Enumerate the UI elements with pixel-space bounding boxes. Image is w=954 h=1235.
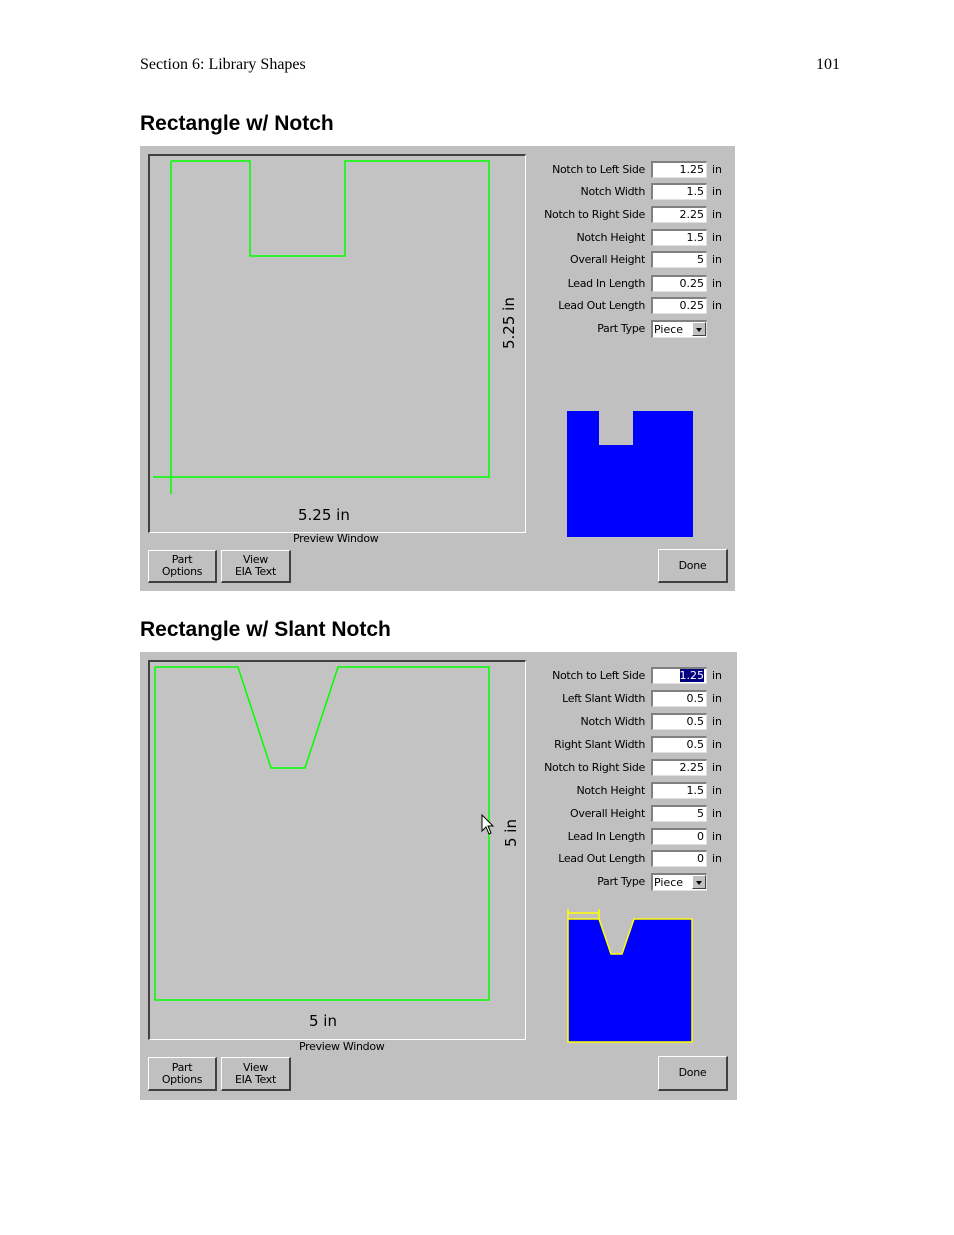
done-button[interactable]: Done xyxy=(658,549,728,583)
unit-label: in xyxy=(712,277,723,290)
preview-window: 5.25 in 5.25 in xyxy=(148,154,526,533)
unit-label: in xyxy=(712,830,723,843)
lead-out-length-label: Lead Out Length xyxy=(558,852,645,865)
preview-window: 5 in 5 in xyxy=(148,660,526,1040)
part-type-value: Piece xyxy=(654,876,684,889)
chevron-down-icon[interactable] xyxy=(692,875,706,889)
part-type-select[interactable]: Piece xyxy=(651,320,707,338)
notch-to-left-side-value: 1.25 xyxy=(679,669,704,682)
unit-label: in xyxy=(712,852,723,865)
left-slant-width-input[interactable]: 0.5 xyxy=(651,690,707,707)
shape-thumbnail xyxy=(567,411,693,537)
height-dimension: 5.25 in xyxy=(500,297,518,349)
view-eia-text-button[interactable]: View EIA Text xyxy=(221,1057,291,1091)
rectangle-slant-notch-dialog: 5 in 5 in Preview Window Notch to Left S… xyxy=(140,652,737,1100)
page-number: 101 xyxy=(816,56,840,73)
view-eia-line2: EIA Text xyxy=(234,1072,277,1086)
done-label: Done xyxy=(678,1066,707,1079)
unit-label: in xyxy=(712,163,723,176)
chevron-down-icon[interactable] xyxy=(692,322,706,336)
right-slant-width-input[interactable]: 0.5 xyxy=(651,736,707,753)
notch-to-left-side-label: Notch to Left Side xyxy=(552,163,645,176)
part-outline xyxy=(154,666,490,1001)
done-button[interactable]: Done xyxy=(658,1056,728,1091)
part-options-button[interactable]: Part Options xyxy=(148,550,217,583)
notch-width-label: Notch Width xyxy=(580,715,646,728)
preview-drawing xyxy=(154,666,490,1001)
thumbnail-shape xyxy=(567,411,693,537)
unit-label: in xyxy=(712,208,723,221)
part-type-select[interactable]: Piece xyxy=(651,873,707,891)
view-eia-line2: EIA Text xyxy=(234,565,277,578)
lead-out-length-label: Lead Out Length xyxy=(558,299,645,312)
unit-label: in xyxy=(712,185,723,198)
notch-to-left-side-input[interactable]: 1.25 xyxy=(651,161,707,178)
rectangle-notch-dialog: 5.25 in 5.25 in Preview Window Notch to … xyxy=(140,146,735,591)
part-options-line1: Part xyxy=(171,1060,193,1074)
notch-to-right-side-label: Notch to Right Side xyxy=(544,761,645,774)
notch-to-right-side-input[interactable]: 2.25 xyxy=(651,759,707,776)
left-slant-width-label: Left Slant Width xyxy=(562,692,645,705)
notch-to-left-side-label: Notch to Left Side xyxy=(552,669,645,682)
unit-label: in xyxy=(712,807,723,820)
part-options-button[interactable]: Part Options xyxy=(148,1057,217,1091)
notch-height-label: Notch Height xyxy=(576,784,645,797)
preview-drawing xyxy=(153,160,490,494)
part-type-label: Part Type xyxy=(597,322,645,335)
part-options-line2: Options xyxy=(161,565,203,578)
lead-in-length-label: Lead In Length xyxy=(567,830,646,843)
width-dimension: 5.25 in xyxy=(298,506,350,524)
notch-height-input[interactable]: 1.5 xyxy=(651,229,707,246)
overall-height-input[interactable]: 5 xyxy=(651,805,707,822)
thumbnail-shape xyxy=(567,918,693,1043)
overall-height-label: Overall Height xyxy=(570,253,645,266)
view-eia-line1: View xyxy=(243,1060,268,1074)
width-dimension: 5 in xyxy=(309,1012,337,1030)
unit-label: in xyxy=(712,692,723,705)
done-label: Done xyxy=(678,558,707,572)
running-header-section: Section 6: Library Shapes xyxy=(140,56,306,73)
lead-in-length-input[interactable]: 0.25 xyxy=(651,275,707,292)
notch-height-input[interactable]: 1.5 xyxy=(651,782,707,799)
notch-to-right-side-input[interactable]: 2.25 xyxy=(651,206,707,223)
lead-in-length-label: Lead In Length xyxy=(567,277,646,290)
unit-label: in xyxy=(712,738,723,751)
part-options-line2: Options xyxy=(161,1072,203,1086)
shape-thumbnail xyxy=(567,909,693,1043)
view-eia-text-button[interactable]: View EIA Text xyxy=(221,550,291,583)
section-title-rectangle-slant-notch: Rectangle w/ Slant Notch xyxy=(140,618,391,641)
overall-height-label: Overall Height xyxy=(570,807,645,820)
part-outline xyxy=(170,160,490,478)
overall-height-input[interactable]: 5 xyxy=(651,251,707,268)
right-slant-width-label: Right Slant Width xyxy=(554,738,645,751)
mouse-cursor-icon xyxy=(481,814,495,835)
unit-label: in xyxy=(712,231,723,244)
height-dimension: 5 in xyxy=(502,819,520,847)
notch-height-label: Notch Height xyxy=(576,231,645,244)
unit-label: in xyxy=(712,253,723,266)
unit-label: in xyxy=(712,784,723,797)
part-type-value: Piece xyxy=(654,323,684,336)
part-type-label: Part Type xyxy=(597,875,645,888)
lead-out-length-input[interactable]: 0.25 xyxy=(651,297,707,314)
notch-width-input[interactable]: 0.5 xyxy=(651,713,707,730)
unit-label: in xyxy=(712,715,723,728)
notch-to-left-side-input[interactable]: 1.25 xyxy=(651,667,707,684)
notch-to-right-side-label: Notch to Right Side xyxy=(544,208,645,221)
lead-in-length-input[interactable]: 0 xyxy=(651,828,707,845)
unit-label: in xyxy=(712,761,723,774)
notch-width-input[interactable]: 1.5 xyxy=(651,183,707,200)
unit-label: in xyxy=(712,299,723,312)
preview-caption: Preview Window xyxy=(293,532,379,545)
section-title-rectangle-notch: Rectangle w/ Notch xyxy=(140,112,334,135)
preview-caption: Preview Window xyxy=(299,1040,385,1053)
unit-label: in xyxy=(712,669,723,682)
notch-width-label: Notch Width xyxy=(580,185,646,198)
lead-out-length-input[interactable]: 0 xyxy=(651,850,707,867)
